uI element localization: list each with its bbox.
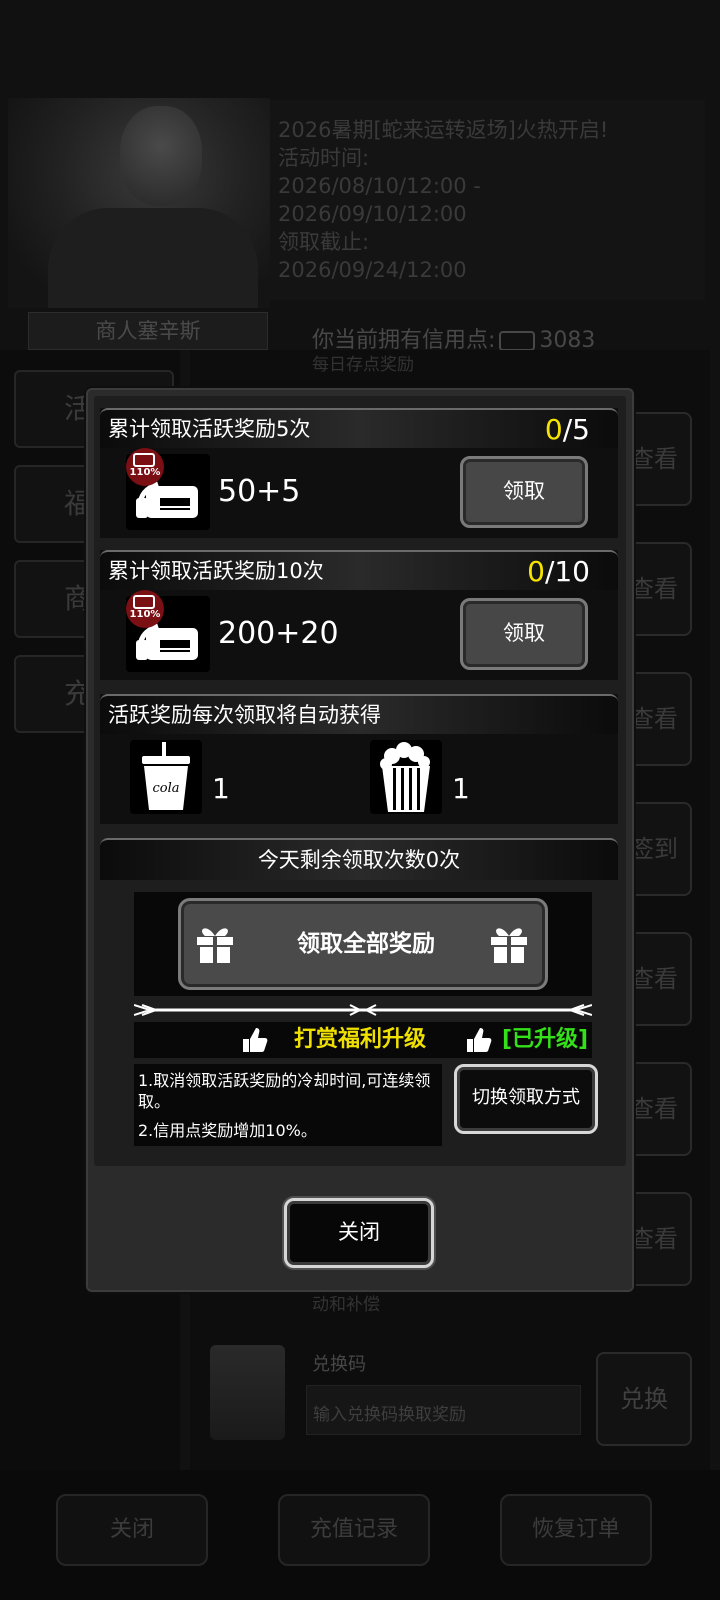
merchant-name: 商人塞辛斯: [28, 312, 268, 350]
switch-claim-mode-button[interactable]: 切换领取方式: [454, 1064, 598, 1134]
auto-gain-section: 活跃奖励每次领取将自动获得 cola 1 1: [100, 694, 618, 824]
upgrade-description: 1.取消领取活跃奖励的冷却时间,可连续领取。 2.信用点奖励增加10%。: [134, 1064, 442, 1146]
milestone-progress: 0/5: [544, 413, 590, 446]
claim-all-section: 今天剩余领取次数0次 领取全部奖励 打赏福利升级 [已升级] 1.取消领取活跃奖…: [100, 838, 618, 1158]
recharge-history-button[interactable]: 充值记录: [278, 1494, 430, 1566]
reward-amount: 50+5: [218, 474, 301, 509]
milestone-header: 累计领取活跃奖励5次 0/5: [100, 408, 618, 448]
redeem-code-title: 兑换码: [312, 1354, 366, 1375]
remaining-claims: 今天剩余领取次数0次: [100, 838, 618, 880]
thumbs-up-icon: [243, 1028, 268, 1052]
claim-all-zone: 领取全部奖励: [134, 892, 592, 996]
claim-button[interactable]: 领取: [460, 456, 588, 528]
event-announcement: 2026暑期[蛇来运转返场]火热开启! 活动时间: 2026/08/10/12:…: [270, 100, 705, 300]
reward-row: 110% 50+5 领取: [100, 448, 618, 536]
active-reward-dialog: 累计领取活跃奖励5次 0/5 110% 50+5 领取 累计领取活跃奖励10次 …: [86, 388, 634, 1292]
reward-amount: 200+20: [218, 616, 339, 651]
benefit-line: 1.取消领取活跃奖励的冷却时间,可连续领取。: [138, 1071, 431, 1111]
milestone-progress: 0/10: [527, 555, 590, 588]
milestone-10: 累计领取活跃奖励10次 0/10 110% 200+20 领取: [100, 550, 618, 680]
milestone-title: 累计领取活跃奖励5次: [108, 417, 311, 441]
bonus-badge: 110%: [126, 590, 164, 628]
redeem-button[interactable]: 兑换: [596, 1352, 692, 1446]
item-quantity: 1: [452, 772, 470, 805]
claim-all-button[interactable]: 领取全部奖励: [178, 898, 548, 990]
svg-text:cola: cola: [152, 781, 179, 796]
auto-gain-items: cola 1 1: [100, 734, 618, 820]
claim-button[interactable]: 领取: [460, 598, 588, 670]
upgrade-row: 打赏福利升级 [已升级]: [134, 1022, 592, 1058]
merchant-portrait: [8, 98, 270, 308]
claim-all-label: 领取全部奖励: [297, 931, 435, 957]
auto-gain-header: 活跃奖励每次领取将自动获得: [100, 694, 618, 734]
bonus-badge: 110%: [126, 448, 164, 486]
item-quantity: 1: [212, 772, 230, 805]
milestone-title: 累计领取活跃奖励10次: [108, 559, 324, 583]
upgrade-title: 打赏福利升级: [294, 1027, 427, 1052]
upgraded-status: [已升级]: [502, 1027, 589, 1052]
milestone-5: 累计领取活跃奖励5次 0/5 110% 50+5 领取: [100, 408, 618, 538]
popcorn-icon: [370, 740, 442, 814]
gift-icon: [197, 928, 233, 963]
credit-card-icon: 110%: [126, 448, 210, 530]
benefit-line: 2.信用点奖励增加10%。: [138, 1121, 317, 1140]
reward-row: 110% 200+20 领取: [100, 590, 618, 678]
restore-order-button[interactable]: 恢复订单: [500, 1494, 652, 1566]
credit-card-icon: 110%: [126, 590, 210, 672]
ornamental-divider: [134, 1004, 592, 1016]
shop-close-button[interactable]: 关闭: [56, 1494, 208, 1566]
thumbs-up-icon: [467, 1028, 492, 1052]
credit-card-icon: [499, 331, 536, 351]
dialog-body: 累计领取活跃奖励5次 0/5 110% 50+5 领取 累计领取活跃奖励10次 …: [94, 396, 626, 1166]
redeem-code-input[interactable]: 输入兑换码换取奖励: [306, 1385, 581, 1435]
cola-icon: cola: [130, 740, 202, 814]
close-dialog-button[interactable]: 关闭: [284, 1198, 434, 1268]
list-item-subtitle: 动和补偿: [312, 1295, 380, 1315]
gift-icon: [491, 928, 527, 963]
scroll-icon: [210, 1345, 285, 1440]
milestone-header: 累计领取活跃奖励10次 0/10: [100, 550, 618, 590]
list-item-subtitle: 每日存点奖励: [312, 355, 414, 375]
